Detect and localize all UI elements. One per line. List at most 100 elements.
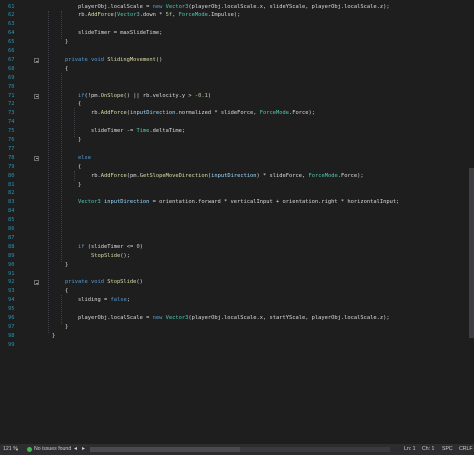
indent-guide xyxy=(61,295,62,324)
collapse-icon[interactable] xyxy=(34,155,39,161)
collapse-icon[interactable] xyxy=(34,93,39,99)
code-line[interactable]: 75 slideTimer -= Time.deltaTime; xyxy=(0,127,474,136)
previous-issue-icon[interactable]: ◂ xyxy=(74,444,77,455)
code-text: playerObj.localScale = new Vector3(playe… xyxy=(78,314,390,323)
code-line[interactable]: 77 xyxy=(0,145,474,154)
line-number: 80 xyxy=(8,172,15,179)
code-line[interactable]: 95 xyxy=(0,305,474,314)
code-line[interactable]: 66 xyxy=(0,47,474,56)
line-number: 63 xyxy=(8,21,15,28)
indent-guide xyxy=(74,170,75,182)
code-line[interactable]: 71 if(!pm.OnSlope() || rb.velocity.y > -0… xyxy=(0,92,474,101)
code-line[interactable]: 90} xyxy=(0,261,474,270)
line-number: 87 xyxy=(8,234,15,241)
code-line[interactable]: 76} xyxy=(0,136,474,145)
line-indicator[interactable]: Ln: 1 xyxy=(404,444,416,455)
code-line[interactable]: 83 Vector3 inputDirection = orientation.f… xyxy=(0,198,474,207)
code-line[interactable]: 93 { xyxy=(0,287,474,296)
code-token: } xyxy=(65,323,69,330)
code-line[interactable]: 74 xyxy=(0,118,474,127)
code-text: { xyxy=(65,287,68,296)
line-number: 99 xyxy=(8,341,15,348)
line-number: 98 xyxy=(8,332,15,339)
code-line[interactable]: 87 xyxy=(0,234,474,243)
indent-guide xyxy=(48,10,49,333)
vertical-scrollbar-thumb[interactable] xyxy=(469,168,474,338)
code-line[interactable]: 63 xyxy=(0,20,474,29)
line-ending-indicator[interactable]: CRLF xyxy=(459,444,473,455)
code-line[interactable]: 67 private void SlidingMovement() xyxy=(0,56,474,65)
code-line[interactable]: 69 xyxy=(0,74,474,83)
chevron-down-icon[interactable]: ▾ xyxy=(16,444,18,455)
code-line[interactable]: 78 else xyxy=(0,154,474,163)
line-number: 96 xyxy=(8,315,15,321)
code-token: else xyxy=(78,154,91,161)
code-line[interactable]: 68 { xyxy=(0,65,474,74)
code-line[interactable]: 89 StopSlide(); xyxy=(0,252,474,261)
code-line[interactable]: 91 xyxy=(0,270,474,279)
code-token: ForceMode xyxy=(259,110,290,117)
code-line[interactable]: 81} xyxy=(0,181,474,190)
code-line[interactable]: 70 xyxy=(0,83,474,92)
code-line[interactable]: 82 xyxy=(0,189,474,198)
code-token: OnSlope xyxy=(100,92,124,99)
code-token: AddForce xyxy=(100,110,127,117)
code-token: ) xyxy=(207,92,212,99)
code-line[interactable]: 65} xyxy=(0,38,474,47)
code-line[interactable]: 99 xyxy=(0,341,474,350)
line-number: 61 xyxy=(8,3,15,10)
code-line[interactable]: 72 { xyxy=(0,100,474,109)
code-token: } xyxy=(65,39,69,46)
line-number: 68 xyxy=(8,65,15,72)
code-token: Time xyxy=(136,128,150,135)
issues-status[interactable]: No issues found xyxy=(34,444,71,455)
code-line[interactable]: 64 slideTimer = maxSlideTime; xyxy=(0,29,474,38)
line-number: 93 xyxy=(8,288,15,295)
code-line[interactable]: 73 rb.AddForce(inputDirection.normalized … xyxy=(0,109,474,118)
line-number: 71 xyxy=(8,92,15,99)
horizontal-scrollbar[interactable] xyxy=(90,447,390,452)
vertical-scrollbar[interactable] xyxy=(468,0,474,444)
code-line[interactable]: 97} xyxy=(0,323,474,332)
code-token: slideTimer = maxSlideTime; xyxy=(78,30,163,37)
code-text: StopSlide(); xyxy=(91,252,130,261)
line-number: 69 xyxy=(8,74,15,81)
line-number: 72 xyxy=(8,101,15,108)
code-line[interactable]: 79 { xyxy=(0,163,474,172)
code-line[interactable]: 85 xyxy=(0,216,474,225)
code-line[interactable]: 80 rb.AddForce(pm.GetSlopeMoveDirection(i… xyxy=(0,172,474,181)
horizontal-scrollbar-thumb[interactable] xyxy=(90,447,240,452)
code-text: { xyxy=(78,163,81,172)
code-line[interactable]: 98} xyxy=(0,332,474,341)
code-line[interactable]: 92 private void StopSlide() xyxy=(0,278,474,287)
code-line[interactable]: 88 if (slideTimer <= 0) xyxy=(0,243,474,252)
code-line[interactable]: 96 playerObj.localScale = new Vector3(pla… xyxy=(0,314,474,323)
code-line[interactable]: 84 xyxy=(0,207,474,216)
code-token: (!pm. xyxy=(84,92,101,99)
line-number: 88 xyxy=(8,243,15,250)
collapse-icon[interactable] xyxy=(34,57,39,63)
code-line[interactable]: 62 rb.AddForce(Vector3.down * 5f, ForceMo… xyxy=(0,11,474,20)
code-token: SlidingMovement xyxy=(107,56,156,63)
code-token: ) * slideForce, xyxy=(256,172,309,179)
code-text: sliding = false; xyxy=(78,296,130,305)
code-token: Vector3 xyxy=(78,199,104,206)
code-text: if (slideTimer <= 0) xyxy=(78,243,143,252)
next-issue-icon[interactable]: ▸ xyxy=(82,444,85,455)
code-line[interactable]: 86 xyxy=(0,225,474,234)
line-number: 70 xyxy=(8,83,15,90)
code-line[interactable]: 61 playerObj.localScale = new Vector3(pla… xyxy=(0,3,474,12)
line-number: 86 xyxy=(8,226,15,232)
collapse-icon[interactable] xyxy=(34,280,39,286)
code-editor[interactable]: 61 playerObj.localScale = new Vector3(pla… xyxy=(0,0,474,444)
code-token: (pm. xyxy=(126,172,140,179)
column-indicator[interactable]: Ch: 1 xyxy=(422,444,434,455)
line-number: 81 xyxy=(8,181,15,188)
code-token: inputDirection xyxy=(103,199,150,206)
line-number: 66 xyxy=(8,48,15,54)
line-number: 62 xyxy=(8,12,15,19)
code-line[interactable]: 94 sliding = false; xyxy=(0,296,474,305)
code-token: new xyxy=(152,3,166,10)
code-token: () xyxy=(136,279,143,286)
spacing-indicator[interactable]: SPC xyxy=(442,444,453,455)
